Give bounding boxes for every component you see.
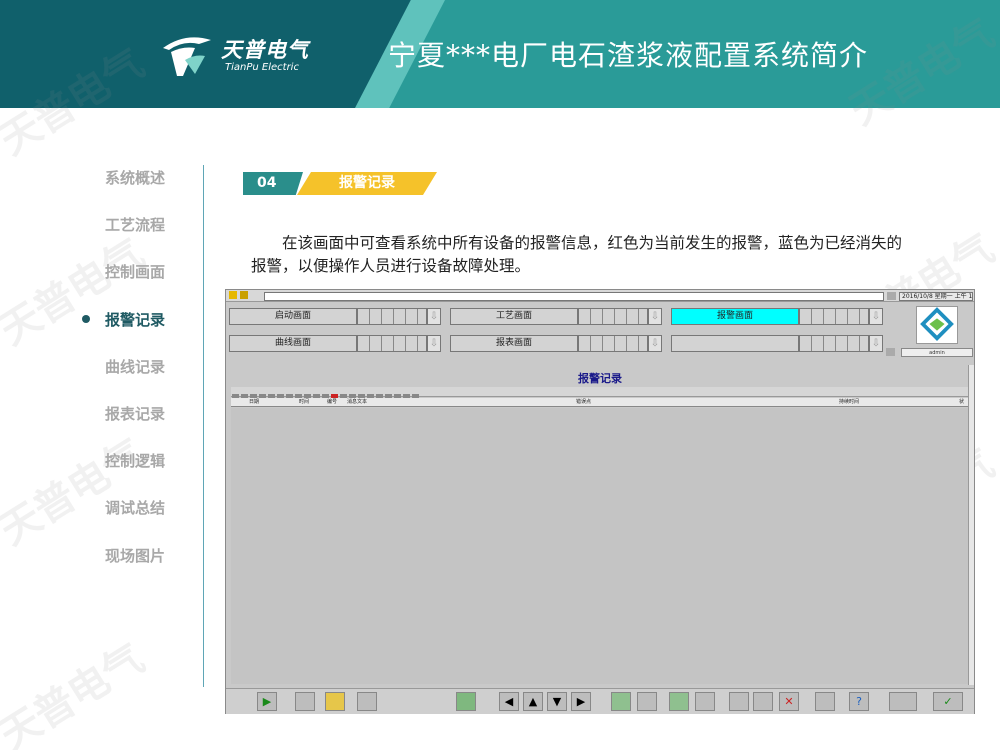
sidebar-item-label: 现场图片 bbox=[105, 546, 166, 565]
add-icon[interactable] bbox=[456, 692, 476, 711]
sidebar-item-control-screen[interactable]: 控制画面 bbox=[60, 254, 200, 301]
hmi-path-field[interactable] bbox=[264, 292, 884, 301]
help-icon[interactable]: ? bbox=[849, 692, 869, 711]
sidebar-item-control-logic[interactable]: 控制逻辑 bbox=[60, 443, 200, 490]
sidebar-item-label: 曲线记录 bbox=[105, 357, 166, 376]
sidebar-item-commissioning[interactable]: 调试总结 bbox=[60, 490, 200, 537]
hmi-screenshot: 2016/10/8 星期一 上午 11:58 启动画面 ⇩ 工艺画面 ⇩ 报警画… bbox=[225, 289, 975, 714]
hmi-button-alarm[interactable]: 报警画面 bbox=[671, 308, 799, 325]
brand-name-cn: 天普电气 bbox=[221, 38, 309, 62]
sidebar-item-label: 调试总结 bbox=[105, 499, 166, 518]
user-icon[interactable] bbox=[886, 348, 895, 356]
column-error-point: 错误点 bbox=[576, 399, 592, 405]
hmi-button-empty[interactable] bbox=[671, 335, 799, 352]
export-icon[interactable] bbox=[695, 692, 715, 711]
save-icon[interactable] bbox=[729, 692, 749, 711]
play-icon[interactable]: ▶ bbox=[257, 692, 277, 711]
sidebar-item-label: 工艺流程 bbox=[105, 216, 166, 235]
column-time: 时间 bbox=[299, 399, 310, 405]
print-icon[interactable] bbox=[815, 692, 835, 711]
hmi-footer-toolbar: ▶ ◀ ▲ ▼ ▶ ✕ ? ✓ bbox=[226, 688, 974, 714]
vertical-scrollbar[interactable] bbox=[968, 365, 974, 685]
document-icon[interactable] bbox=[357, 692, 377, 711]
diamond-logo-icon bbox=[920, 307, 954, 341]
sidebar-item-overview[interactable]: 系统概述 bbox=[60, 160, 200, 207]
sidebar-item-label: 控制画面 bbox=[105, 263, 166, 282]
down-arrow-icon[interactable]: ⇩ bbox=[427, 308, 441, 325]
section-label: 报警记录 bbox=[297, 172, 437, 195]
hmi-button-report[interactable]: 报表画面 bbox=[450, 335, 578, 352]
sidebar-item-site-photos[interactable]: 现场图片 bbox=[60, 538, 200, 585]
delete-icon[interactable]: ✕ bbox=[779, 692, 799, 711]
sidebar-item-label: 报警记录 bbox=[105, 310, 166, 329]
hmi-datetime: 2016/10/8 星期一 上午 11:58 bbox=[899, 292, 973, 301]
sidebar-item-process[interactable]: 工艺流程 bbox=[60, 207, 200, 254]
page-title: 宁夏***电厂电石渣浆液配置系统简介 bbox=[388, 39, 869, 72]
sidebar-nav: 系统概述 工艺流程 控制画面 报警记录 曲线记录 报表记录 控制逻辑 调试总结 … bbox=[60, 160, 200, 585]
right-arrow-icon[interactable]: ▶ bbox=[571, 692, 591, 711]
alarm-table-header: 日期 时间 编号 消息文本 错误点 持续时间 状 bbox=[231, 398, 968, 407]
active-bullet-icon bbox=[82, 314, 90, 323]
section-number: 04 bbox=[243, 172, 303, 195]
hmi-button-segments bbox=[357, 335, 427, 352]
column-status: 状 bbox=[959, 399, 965, 405]
check-icon[interactable]: ✓ bbox=[933, 692, 963, 711]
print-icon[interactable] bbox=[887, 292, 896, 300]
hmi-record-title: 报警记录 bbox=[578, 372, 622, 385]
down-arrow-icon[interactable]: ⇩ bbox=[648, 308, 662, 325]
column-message: 消息文本 bbox=[347, 399, 368, 405]
save-as-icon[interactable] bbox=[753, 692, 773, 711]
hmi-button-segments bbox=[357, 308, 427, 325]
down-arrow-icon[interactable]: ⇩ bbox=[869, 308, 883, 325]
down-arrow-icon[interactable]: ⇩ bbox=[648, 335, 662, 352]
brand-logo: 天普电气 TianPu Electric bbox=[155, 30, 335, 80]
hmi-button-start[interactable]: 启动画面 bbox=[229, 308, 357, 325]
left-arrow-icon[interactable]: ◀ bbox=[499, 692, 519, 711]
hmi-button-segments bbox=[578, 308, 648, 325]
hmi-button-segments bbox=[799, 308, 869, 325]
sidebar-item-alarm-records[interactable]: 报警记录 bbox=[60, 302, 200, 349]
redo-icon[interactable] bbox=[637, 692, 657, 711]
hmi-button-curve[interactable]: 曲线画面 bbox=[229, 335, 357, 352]
hmi-button-segments bbox=[799, 335, 869, 352]
folder-icon[interactable] bbox=[325, 692, 345, 711]
sidebar-item-label: 控制逻辑 bbox=[105, 452, 166, 471]
tianpu-logo-icon bbox=[163, 37, 211, 76]
down-arrow-icon[interactable]: ⇩ bbox=[869, 335, 883, 352]
slide: { "header": { "brand_cn": "天普电气", "brand… bbox=[0, 0, 1000, 750]
description-text: 在该画面中可查看系统中所有设备的报警信息，红色为当前发生的报警，蓝色为已经消失的… bbox=[251, 234, 903, 275]
import-icon[interactable] bbox=[669, 692, 689, 711]
sound-icon[interactable] bbox=[889, 692, 917, 711]
brand-name-en: TianPu Electric bbox=[225, 62, 299, 73]
hmi-button-segments bbox=[578, 335, 648, 352]
refresh-icon[interactable] bbox=[611, 692, 631, 711]
up-arrow-icon[interactable]: ▲ bbox=[523, 692, 543, 711]
hmi-company-logo bbox=[916, 306, 958, 344]
alarm-table-body[interactable] bbox=[231, 408, 968, 684]
sidebar-item-label: 系统概述 bbox=[105, 169, 166, 187]
hmi-button-process[interactable]: 工艺画面 bbox=[450, 308, 578, 325]
down-arrow-icon[interactable]: ⇩ bbox=[427, 335, 441, 352]
folder-icon bbox=[240, 291, 248, 299]
sidebar-divider bbox=[203, 165, 204, 687]
hmi-title-bar: 2016/10/8 星期一 上午 11:58 bbox=[226, 290, 974, 302]
sidebar-item-report-records[interactable]: 报表记录 bbox=[60, 396, 200, 443]
column-date: 日期 bbox=[249, 399, 260, 405]
column-number: 编号 bbox=[327, 399, 338, 405]
down-arrow-icon[interactable]: ▼ bbox=[547, 692, 567, 711]
watermark: 天普电气 bbox=[0, 635, 153, 750]
hmi-user-field: admin bbox=[901, 348, 973, 357]
sidebar-item-label: 报表记录 bbox=[105, 404, 166, 423]
column-duration: 持续时间 bbox=[839, 399, 860, 405]
alarm-toolbar bbox=[231, 387, 968, 401]
folder-icon bbox=[229, 291, 237, 299]
key-icon[interactable] bbox=[295, 692, 315, 711]
sidebar-item-curve-records[interactable]: 曲线记录 bbox=[60, 349, 200, 396]
